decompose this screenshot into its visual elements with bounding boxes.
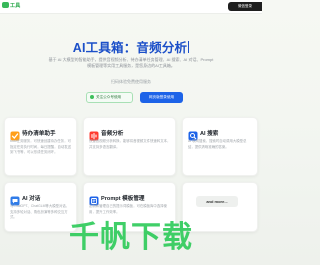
hero-subtitle: 扫码体验免费使用服务 (111, 79, 151, 84)
template-icon (89, 193, 99, 206)
tool-card-title: 待办清单助手 (22, 130, 56, 137)
tool-card-description: todo任务服务，可快速创建待办任务，可指定任务执行时间，每日提醒，自动发送到飞… (10, 139, 72, 155)
tool-card-description: AI 联网搜索，搜索时自动调用大模型总结，提供清晰准确的答案。 (188, 139, 247, 149)
logo-icon (2, 2, 9, 8)
web-login-button[interactable]: 网页版登录使用 (140, 92, 183, 103)
tool-card-todo[interactable]: 待办清单助手 todo任务服务，可快速创建待办任务，可指定任务执行时间，每日提醒… (4, 117, 77, 176)
typing-cursor (188, 41, 190, 53)
tool-card-title: AI 对话 (22, 195, 41, 202)
follow-official-account-button[interactable]: 关注公众号使用 (86, 92, 133, 103)
login-button[interactable]: 微信登录 (228, 2, 262, 11)
tool-card-audio[interactable]: 音频分析 快速音视频分析转换，能够将音视频文件快速转文本，并支持多语言翻译。 (83, 117, 176, 176)
audio-wave-icon (89, 128, 99, 141)
site-logo[interactable]: 工具 (2, 2, 42, 10)
tool-card-ai-search[interactable]: AI 搜索 AI 联网搜索，搜索时自动调用大模型总结，提供清晰准确的答案。 (182, 117, 258, 176)
wechat-icon (90, 94, 94, 99)
top-navbar: 工具 微信登录 (0, 0, 262, 14)
tool-card-description: 快速音视频分析转换，能够将音视频文件快速转文本，并支持多语言翻译。 (89, 139, 171, 149)
tool-card-title: 音频分析 (101, 130, 124, 137)
tool-card-title: Prompt 模板管理 (101, 195, 145, 202)
search-icon (188, 128, 198, 141)
logo-text: 工具 (10, 3, 21, 9)
page-title: AI工具箱：音频分析 (72, 41, 190, 55)
tool-card-title: AI 搜索 (200, 130, 219, 137)
chat-bubble-icon (10, 193, 20, 206)
checklist-icon (10, 128, 20, 141)
tool-card-description: 定制和管理自己的提示词模板，可在模板库中选择使用，提升工作效率。 (89, 204, 167, 214)
watermark: 千帆下载 (69, 220, 193, 255)
more-tools-button[interactable]: and more... (196, 196, 238, 207)
hero-description: 基于 AI 大模型的智能助手，提供音视频分析、待办清单任务管理、AI 搜索、AI… (48, 57, 214, 68)
